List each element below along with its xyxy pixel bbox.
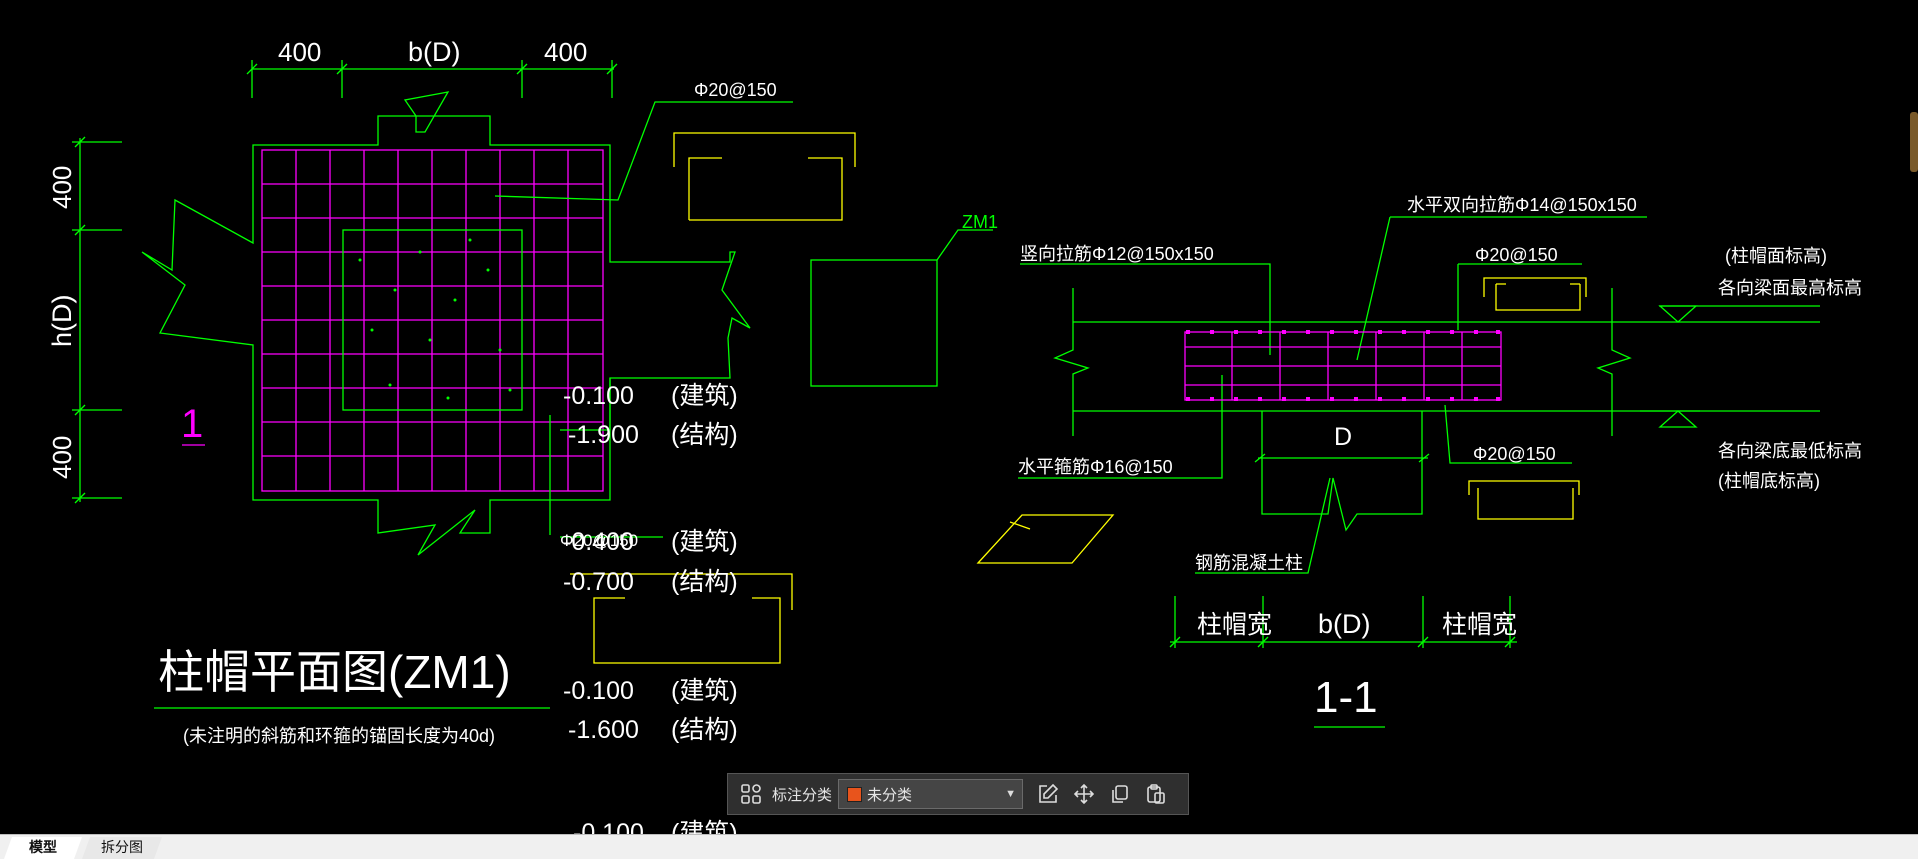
category-label: 标注分类 [772, 786, 833, 804]
cad-drawing-canvas[interactable]: 400 b(D) 400 400 h(D) 400 Φ20@150 ZM1 1 … [0, 0, 1918, 834]
section-rebar-bottom: Φ20@150 [1473, 444, 1556, 464]
section-texts: 水平双向拉筋Φ14@150x150 竖向拉筋Φ12@150x150 Φ20@15… [1018, 195, 1862, 722]
column-label: 钢筋混凝土柱 [1195, 553, 1303, 573]
elevation-list: -0.100 (建筑) -1.900 (结构) -0.400 (建筑) -0.7… [560, 382, 738, 834]
plan-rebar-grid [261, 149, 604, 492]
category-color-swatch [847, 786, 863, 802]
top-elev-label: 各向梁面最高标高 [1718, 278, 1862, 298]
tab-split-view[interactable]: 拆分图 [82, 837, 162, 859]
bottom-dim-3: 柱帽宽 [1442, 611, 1517, 639]
column-hatch [358, 238, 512, 400]
elev-7-value: -0.100 [573, 819, 644, 834]
chevron-down-icon: ▼ [1005, 788, 1017, 800]
annotation-toolbar: 标注分类 未分类 ▼ [727, 773, 1189, 815]
paste-icon[interactable] [1143, 781, 1169, 807]
elev-2-value: -1.900 [568, 421, 639, 449]
bot-elev-note: (柱帽底标高) [1718, 471, 1820, 491]
dim-left-1: 400 [47, 166, 77, 209]
vertical-scrollbar-thumb[interactable] [1910, 112, 1918, 172]
elev-7-type: (建筑) [671, 819, 738, 834]
elev-5-type: (建筑) [671, 677, 738, 705]
hoop-label: 水平箍筋Φ16@150 [1018, 457, 1173, 477]
section-rebar-top: Φ20@150 [1475, 245, 1558, 265]
grid-apps-icon[interactable] [738, 781, 764, 807]
plan-dim-left [72, 136, 122, 504]
elev-6-type: (结构) [671, 716, 738, 744]
elev-1-value: -0.100 [563, 382, 634, 410]
zm1-tag: ZM1 [962, 212, 998, 232]
elev-5-value: -0.100 [563, 677, 634, 705]
category-value: 未分类 [867, 786, 913, 804]
plan-note: (未注明的斜筋和环箍的锚固长度为40d) [183, 726, 495, 746]
layout-tab-bar: 模型 拆分图 [0, 834, 1918, 859]
category-select[interactable]: 未分类 ▼ [838, 779, 1024, 809]
elev-6-value: -1.600 [568, 716, 639, 744]
bot-elev-label: 各向梁底最低标高 [1718, 441, 1862, 461]
elev-2-type: (结构) [671, 421, 738, 449]
plan-rebar-label: Φ20@150 [694, 80, 777, 100]
section-dim-d: D [1334, 423, 1352, 451]
edit-icon[interactable] [1035, 781, 1061, 807]
elev-4-value: -0.700 [563, 568, 634, 596]
copy-icon[interactable] [1107, 781, 1133, 807]
move-icon[interactable] [1071, 781, 1097, 807]
elev-3-type: (建筑) [671, 528, 738, 556]
dim-top-2: b(D) [408, 37, 461, 67]
dim-left-2: h(D) [47, 295, 77, 348]
vert-tie-label: 竖向拉筋Φ12@150x150 [1020, 244, 1214, 264]
plan-title: 柱帽平面图(ZM1) [158, 646, 511, 698]
bottom-dim-2: b(D) [1318, 609, 1371, 639]
section-title: 1-1 [1314, 673, 1378, 722]
overlap-rebar-label: Φ20@150 [560, 531, 638, 550]
dim-top-1: 400 [278, 37, 321, 67]
bottom-dim-1: 柱帽宽 [1197, 611, 1272, 639]
top-elev-note: (柱帽面标高) [1725, 246, 1827, 266]
dim-left-3: 400 [47, 436, 77, 479]
tab-model[interactable]: 模型 [4, 837, 82, 859]
section-mark: 1 [181, 402, 203, 446]
section-rebar [1184, 331, 1502, 401]
elev-1-type: (建筑) [671, 382, 738, 410]
dim-top-3: 400 [544, 37, 587, 67]
elev-4-type: (结构) [671, 568, 738, 596]
horiz-tie-label: 水平双向拉筋Φ14@150x150 [1407, 195, 1637, 215]
